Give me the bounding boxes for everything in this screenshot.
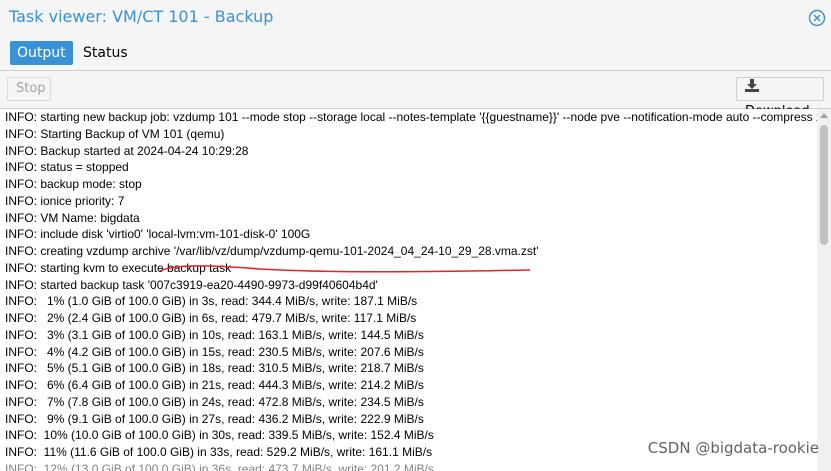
log-line: INFO: creating vzdump archive '/var/lib/… [5,244,539,258]
log-output: INFO: starting new backup job: vzdump 10… [0,109,817,471]
watermark: CSDN @bigdata-rookie [647,439,819,457]
tab-status[interactable]: Status [76,41,135,65]
log-line: INFO: VM Name: bigdata [5,210,140,225]
log-line: INFO: 3% (3.1 GiB of 100.0 GiB) in 10s, … [5,327,424,342]
log-line: INFO: starting new backup job: vzdump 10… [5,110,817,124]
log-line: INFO: starting kvm to execute backup tas… [5,260,232,275]
download-icon [745,78,759,100]
log-line: INFO: 7% (7.8 GiB of 100.0 GiB) in 24s, … [5,394,424,409]
log-line: INFO: Backup started at 2024-04-24 10:29… [5,143,249,158]
log-line: INFO: ionice priority: 7 [5,193,125,208]
scroll-up-arrow-icon[interactable] [820,113,828,118]
stop-button[interactable]: Stop [7,77,51,101]
close-icon[interactable] [808,9,826,27]
log-line: INFO: Starting Backup of VM 101 (qemu) [5,126,225,141]
log-line: INFO: backup mode: stop [5,177,142,191]
window-title: Task viewer: VM/CT 101 - Backup [9,7,274,26]
log-line: INFO: 12% (13.0 GiB of 100.0 GiB) in 36s… [5,461,434,471]
log-line: INFO: status = stopped [5,160,129,175]
log-line: INFO: started backup task '007c3919-ea20… [5,277,378,292]
log-line: INFO: 2% (2.4 GiB of 100.0 GiB) in 6s, r… [5,311,417,325]
log-line: INFO: 5% (5.1 GiB of 100.0 GiB) in 18s, … [5,361,424,376]
tab-bar: Output Status [0,36,831,71]
scroll-thumb[interactable] [820,125,828,245]
log-line: INFO: 6% (6.4 GiB of 100.0 GiB) in 21s, … [5,378,424,392]
download-button[interactable]: Download [736,77,824,119]
log-line: INFO: include disk 'virtio0' 'local-lvm:… [5,227,311,242]
log-line: INFO: 1% (1.0 GiB of 100.0 GiB) in 3s, r… [5,294,418,309]
title-bar: Task viewer: VM/CT 101 - Backup [0,0,831,36]
tab-output[interactable]: Output [10,41,73,65]
toolbar: Stop Download [0,71,831,119]
log-line: INFO: 9% (9.1 GiB of 100.0 GiB) in 27s, … [5,411,424,426]
log-scrollbar[interactable] [817,109,831,471]
log-line: INFO: 4% (4.2 GiB of 100.0 GiB) in 15s, … [5,344,424,359]
